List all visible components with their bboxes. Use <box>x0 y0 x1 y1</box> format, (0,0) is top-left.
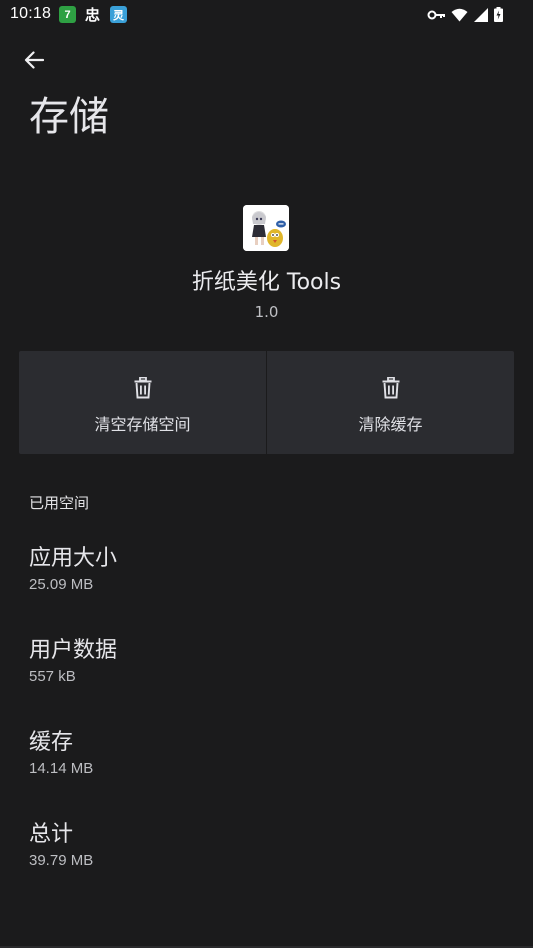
app-icon <box>243 205 289 251</box>
app-name: 折纸美化 Tools <box>191 270 342 295</box>
cellular-signal-icon <box>474 7 488 22</box>
section-header-used-space: 已用空间 <box>29 494 90 512</box>
storage-item-app-size: 应用大小 25.09 MB <box>29 543 509 595</box>
delete-icon <box>381 376 401 403</box>
arrow-back-icon <box>24 50 45 74</box>
storage-item-user-data: 用户数据 557 kB <box>29 635 509 687</box>
wifi-icon <box>451 8 468 22</box>
clear-storage-button[interactable]: 清空存储空间 <box>19 351 266 454</box>
storage-actions: 清空存储空间 清除缓存 <box>19 351 514 454</box>
notification-app-icon: 7 <box>59 6 76 23</box>
storage-item-total: 总计 39.79 MB <box>29 819 509 871</box>
battery-charging-icon <box>494 7 503 22</box>
clear-cache-label: 清除缓存 <box>358 415 423 434</box>
page-title: 存储 <box>29 94 109 140</box>
notification-app-icon: 忠 <box>84 7 100 24</box>
status-icons <box>427 7 503 22</box>
storage-item-value: 25.09 MB <box>29 576 94 593</box>
status-bar: 10:18 7 忠 灵 <box>0 0 533 30</box>
back-button[interactable] <box>16 44 52 80</box>
app-version: 1.0 <box>254 303 279 321</box>
storage-item-label: 总计 <box>29 822 74 847</box>
vpn-key-icon <box>427 9 445 21</box>
clear-cache-button[interactable]: 清除缓存 <box>267 351 514 454</box>
storage-item-value: 39.79 MB <box>29 852 94 869</box>
delete-icon <box>133 376 153 403</box>
storage-item-value: 14.14 MB <box>29 760 94 777</box>
status-time: 10:18 <box>10 5 52 22</box>
storage-item-label: 缓存 <box>29 730 74 755</box>
storage-item-label: 应用大小 <box>29 546 118 571</box>
storage-item-label: 用户数据 <box>29 638 118 663</box>
clear-storage-label: 清空存储空间 <box>94 415 191 434</box>
storage-item-cache: 缓存 14.14 MB <box>29 727 509 779</box>
storage-item-value: 557 kB <box>29 668 76 685</box>
notification-app-icon: 灵 <box>110 6 127 23</box>
